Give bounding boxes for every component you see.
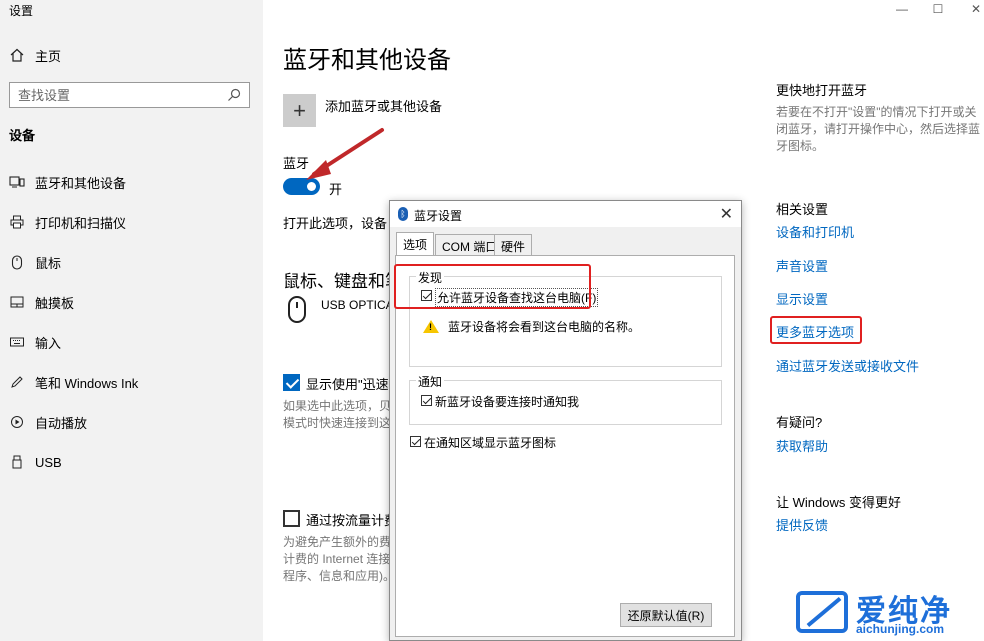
mouse-device-icon <box>288 296 306 323</box>
sidebar-item-label: 蓝牙和其他设备 <box>35 175 127 191</box>
notify-new-device-label: 新蓝牙设备要连接时通知我 <box>435 395 580 409</box>
sidebar-item-usb[interactable]: USB <box>9 451 62 473</box>
maximize-button[interactable]: ☐ <box>928 0 948 18</box>
swift-pair-checkbox[interactable] <box>283 374 300 391</box>
sidebar-item-label: 触摸板 <box>35 295 75 311</box>
add-device-button[interactable]: + <box>283 94 316 127</box>
bluetooth-description: 打开此选项，设备 I <box>283 216 389 231</box>
search-icon[interactable] <box>227 88 241 102</box>
swift-pair-desc-2: 模式时快速连接到这 <box>283 416 389 430</box>
sidebar-item-typing[interactable]: 输入 <box>9 331 61 353</box>
metered-desc-2: 计费的 Internet 连接 <box>283 552 389 566</box>
highlight-box-discovery <box>394 264 591 309</box>
settings-window: 设置 主页 设备 蓝牙和其他设备 打印机和扫描仪 <box>0 0 984 641</box>
link-get-help[interactable]: 获取帮助 <box>776 436 828 455</box>
section-heading-input-devices: 鼠标、键盘和笔 <box>283 272 389 291</box>
sidebar-item-label: 鼠标 <box>35 255 62 271</box>
show-tray-icon-checkbox[interactable] <box>410 436 421 447</box>
sidebar-item-autoplay[interactable]: 自动播放 <box>9 411 87 433</box>
bluetooth-icon: ᛒ <box>398 207 408 221</box>
touchpad-icon <box>9 294 25 310</box>
sidebar-item-label: 自动播放 <box>35 415 88 431</box>
page-title: 蓝牙和其他设备 <box>283 47 451 74</box>
quick-open-heading: 更快地打开蓝牙 <box>776 83 868 98</box>
bluetooth-devices-icon <box>9 174 25 190</box>
home-icon <box>9 47 25 63</box>
metered-label: 通过按流量计费 <box>306 513 389 528</box>
tab-hardware[interactable]: 硬件 <box>494 234 533 255</box>
sidebar-item-label: 主页 <box>35 48 62 64</box>
metered-desc-1: 为避免产生额外的费 <box>283 535 389 549</box>
pen-icon <box>9 374 25 390</box>
device-name[interactable]: USB OPTICA <box>321 298 389 312</box>
sidebar-item-home[interactable]: 主页 <box>9 44 61 66</box>
section-label: 设备 <box>9 128 36 143</box>
quick-open-description: 若要在不打开"设置"的情况下打开或关闭蓝牙，请打开操作中心，然后选择蓝牙图标。 <box>776 105 981 153</box>
plus-icon: + <box>293 97 306 123</box>
red-arrow-annotation <box>306 128 384 180</box>
dialog-close-button[interactable]: ✕ <box>720 204 733 224</box>
sidebar-item-label: 输入 <box>35 335 62 351</box>
metered-desc-3: 程序、信息和应用)。 <box>283 569 389 583</box>
add-device-label[interactable]: 添加蓝牙或其他设备 <box>325 96 442 115</box>
minimize-button[interactable]: — <box>892 0 912 18</box>
tab-panel-options: 发现 允许蓝牙设备查找这台电脑(F) ! 蓝牙设备将会看到这台电脑的名称。 通知… <box>395 255 735 637</box>
search-box[interactable] <box>9 82 250 108</box>
dialog-titlebar: ᛒ 蓝牙设置 ✕ <box>390 201 741 227</box>
warning-exclamation: ! <box>429 322 432 332</box>
improve-heading: 让 Windows 变得更好 <box>776 495 901 510</box>
link-send-receive-files[interactable]: 通过蓝牙发送或接收文件 <box>776 356 919 375</box>
sidebar-item-label: USB <box>35 454 62 470</box>
show-tray-icon-label: 在通知区域显示蓝牙图标 <box>424 436 557 450</box>
highlight-box-more-options <box>770 316 862 344</box>
link-display-settings[interactable]: 显示设置 <box>776 289 828 308</box>
restore-defaults-button[interactable]: 还原默认值(R) <box>620 603 712 627</box>
sidebar-item-pen[interactable]: 笔和 Windows Ink <box>9 371 138 393</box>
swift-pair-label: 显示使用"迅速配 <box>306 377 389 392</box>
link-sound-settings[interactable]: 声音设置 <box>776 256 828 275</box>
printer-icon <box>9 214 25 230</box>
usb-icon <box>9 454 25 470</box>
mouse-icon <box>9 254 25 270</box>
discovery-warning-text: 蓝牙设备将会看到这台电脑的名称。 <box>448 320 641 334</box>
watermark-url: aichunjing.com <box>856 622 945 636</box>
sidebar: 设置 主页 设备 蓝牙和其他设备 打印机和扫描仪 <box>0 0 263 641</box>
sidebar-item-mouse[interactable]: 鼠标 <box>9 251 61 273</box>
sidebar-item-bluetooth[interactable]: 蓝牙和其他设备 <box>9 171 126 193</box>
dialog-title: 蓝牙设置 <box>414 209 463 223</box>
keyboard-icon <box>9 334 25 350</box>
search-input[interactable] <box>18 87 227 103</box>
related-settings-heading: 相关设置 <box>776 202 829 217</box>
notify-new-device-checkbox[interactable] <box>421 395 432 406</box>
sidebar-item-label: 笔和 Windows Ink <box>35 375 139 391</box>
link-give-feedback[interactable]: 提供反馈 <box>776 515 828 534</box>
sidebar-item-touchpad[interactable]: 触摸板 <box>9 291 74 313</box>
notify-group-label: 通知 <box>416 373 445 390</box>
swift-pair-desc-1: 如果选中此选项，贝 <box>283 399 389 413</box>
window-title: 设置 <box>9 4 34 18</box>
autoplay-icon <box>9 414 25 430</box>
sidebar-item-printers[interactable]: 打印机和扫描仪 <box>9 211 126 233</box>
help-heading: 有疑问? <box>776 415 823 430</box>
sidebar-item-label: 打印机和扫描仪 <box>35 215 127 231</box>
link-devices-printers[interactable]: 设备和打印机 <box>776 222 854 241</box>
close-button[interactable]: ✕ <box>966 0 984 18</box>
tab-options[interactable]: 选项 <box>396 232 435 256</box>
metered-checkbox[interactable] <box>283 510 300 527</box>
